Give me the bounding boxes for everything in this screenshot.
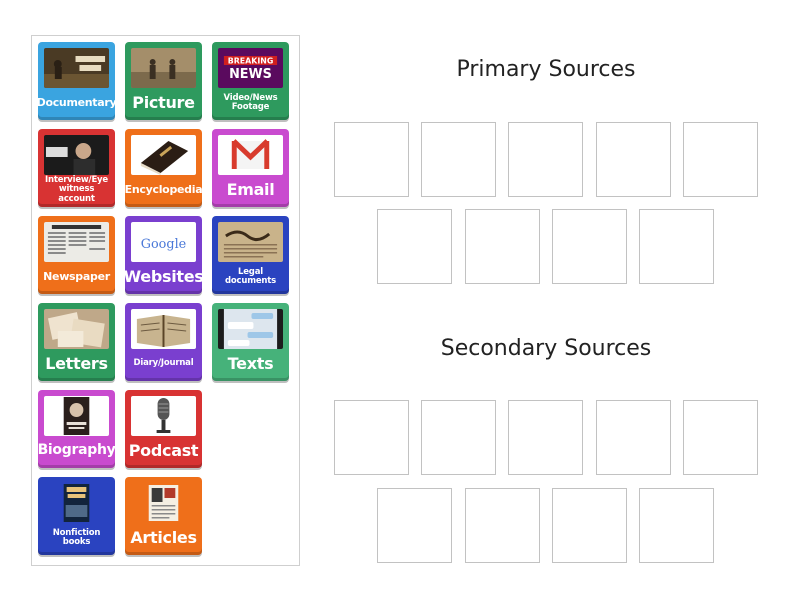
card-label: Legal documents: [224, 266, 276, 286]
interview-icon: [44, 135, 109, 175]
card-label: Biography: [38, 442, 115, 459]
einstein-book-icon: [44, 396, 109, 436]
card-label: Websites: [125, 267, 202, 287]
card-diary-journal[interactable]: Diary/Journal: [125, 303, 202, 381]
letters-icon: [44, 309, 109, 349]
microphone-icon: [131, 396, 196, 436]
drop-slot[interactable]: [683, 400, 758, 475]
group-title-primary: Primary Sources: [456, 57, 636, 82]
group-title-secondary: Secondary Sources: [440, 336, 652, 361]
google-icon: Google: [131, 222, 196, 262]
drop-slot[interactable]: [552, 488, 627, 563]
card-label: Interview/Eye witness account: [45, 174, 108, 204]
card-letters[interactable]: Letters: [38, 303, 115, 381]
drop-slot[interactable]: [639, 488, 714, 563]
gmail-icon: [218, 135, 283, 175]
breaking-news-icon: BREAKING NEWS: [218, 48, 283, 88]
svg-text:Google: Google: [141, 237, 186, 252]
card-newspaper[interactable]: Newspaper: [38, 216, 115, 294]
card-biography[interactable]: Biography: [38, 390, 115, 468]
card-nonfiction-books[interactable]: Nonfiction books: [38, 477, 115, 555]
we-the-people-icon: [218, 222, 283, 262]
card-label: Articles: [130, 528, 197, 548]
svg-text:BREAKING: BREAKING: [228, 56, 274, 65]
drop-slot[interactable]: [421, 122, 496, 197]
drop-slot[interactable]: [508, 122, 583, 197]
magazine-icon: [131, 483, 196, 523]
diary-icon: [131, 309, 196, 349]
card-websites[interactable]: Google Websites: [125, 216, 202, 294]
card-label: Letters: [45, 354, 108, 374]
card-label: Texts: [227, 354, 274, 374]
drop-slot[interactable]: [683, 122, 758, 197]
card-video-news-footage[interactable]: BREAKING NEWS Video/News Footage: [212, 42, 289, 120]
drop-slot[interactable]: [421, 400, 496, 475]
card-label: Nonfiction books: [52, 527, 101, 547]
card-label: Encyclopedia: [125, 182, 202, 196]
activity-stage: Documentary Picture BREAKING NEWS Video/…: [0, 0, 800, 600]
card-label: Newspaper: [43, 269, 110, 283]
drop-slot[interactable]: [377, 488, 452, 563]
card-label: Email: [226, 180, 275, 200]
drop-slot[interactable]: [552, 209, 627, 284]
card-encyclopedia[interactable]: Encyclopedia: [125, 129, 202, 207]
titanic-book-icon: [44, 483, 109, 523]
card-documentary[interactable]: Documentary: [38, 42, 115, 120]
book-icon: [131, 135, 196, 175]
card-label: Diary/Journal: [133, 358, 194, 369]
drop-slot[interactable]: [639, 209, 714, 284]
drop-slot[interactable]: [334, 400, 409, 475]
drop-slot[interactable]: [596, 122, 671, 197]
card-articles[interactable]: Articles: [125, 477, 202, 555]
svg-text:NEWS: NEWS: [229, 67, 272, 82]
card-label: Video/News Footage: [223, 92, 278, 112]
world-war-ii-icon: [44, 48, 109, 88]
card-label: Picture: [132, 93, 195, 113]
card-texts[interactable]: Texts: [212, 303, 289, 381]
drop-slot[interactable]: [377, 209, 452, 284]
card-interview[interactable]: Interview/Eye witness account: [38, 129, 115, 207]
card-label: Documentary: [38, 95, 115, 109]
drop-slot[interactable]: [334, 122, 409, 197]
card-tray: Documentary Picture BREAKING NEWS Video/…: [31, 35, 300, 566]
card-email[interactable]: Email: [212, 129, 289, 207]
text-messages-icon: [218, 309, 283, 349]
drop-slot[interactable]: [508, 400, 583, 475]
soldiers-photo-icon: [131, 48, 196, 88]
card-podcast[interactable]: Podcast: [125, 390, 202, 468]
card-label: Podcast: [128, 441, 199, 461]
drop-slot[interactable]: [465, 209, 540, 284]
card-legal-documents[interactable]: Legal documents: [212, 216, 289, 294]
card-picture[interactable]: Picture: [125, 42, 202, 120]
drop-slot[interactable]: [596, 400, 671, 475]
newspaper-icon: [44, 222, 109, 262]
drop-slot[interactable]: [465, 488, 540, 563]
